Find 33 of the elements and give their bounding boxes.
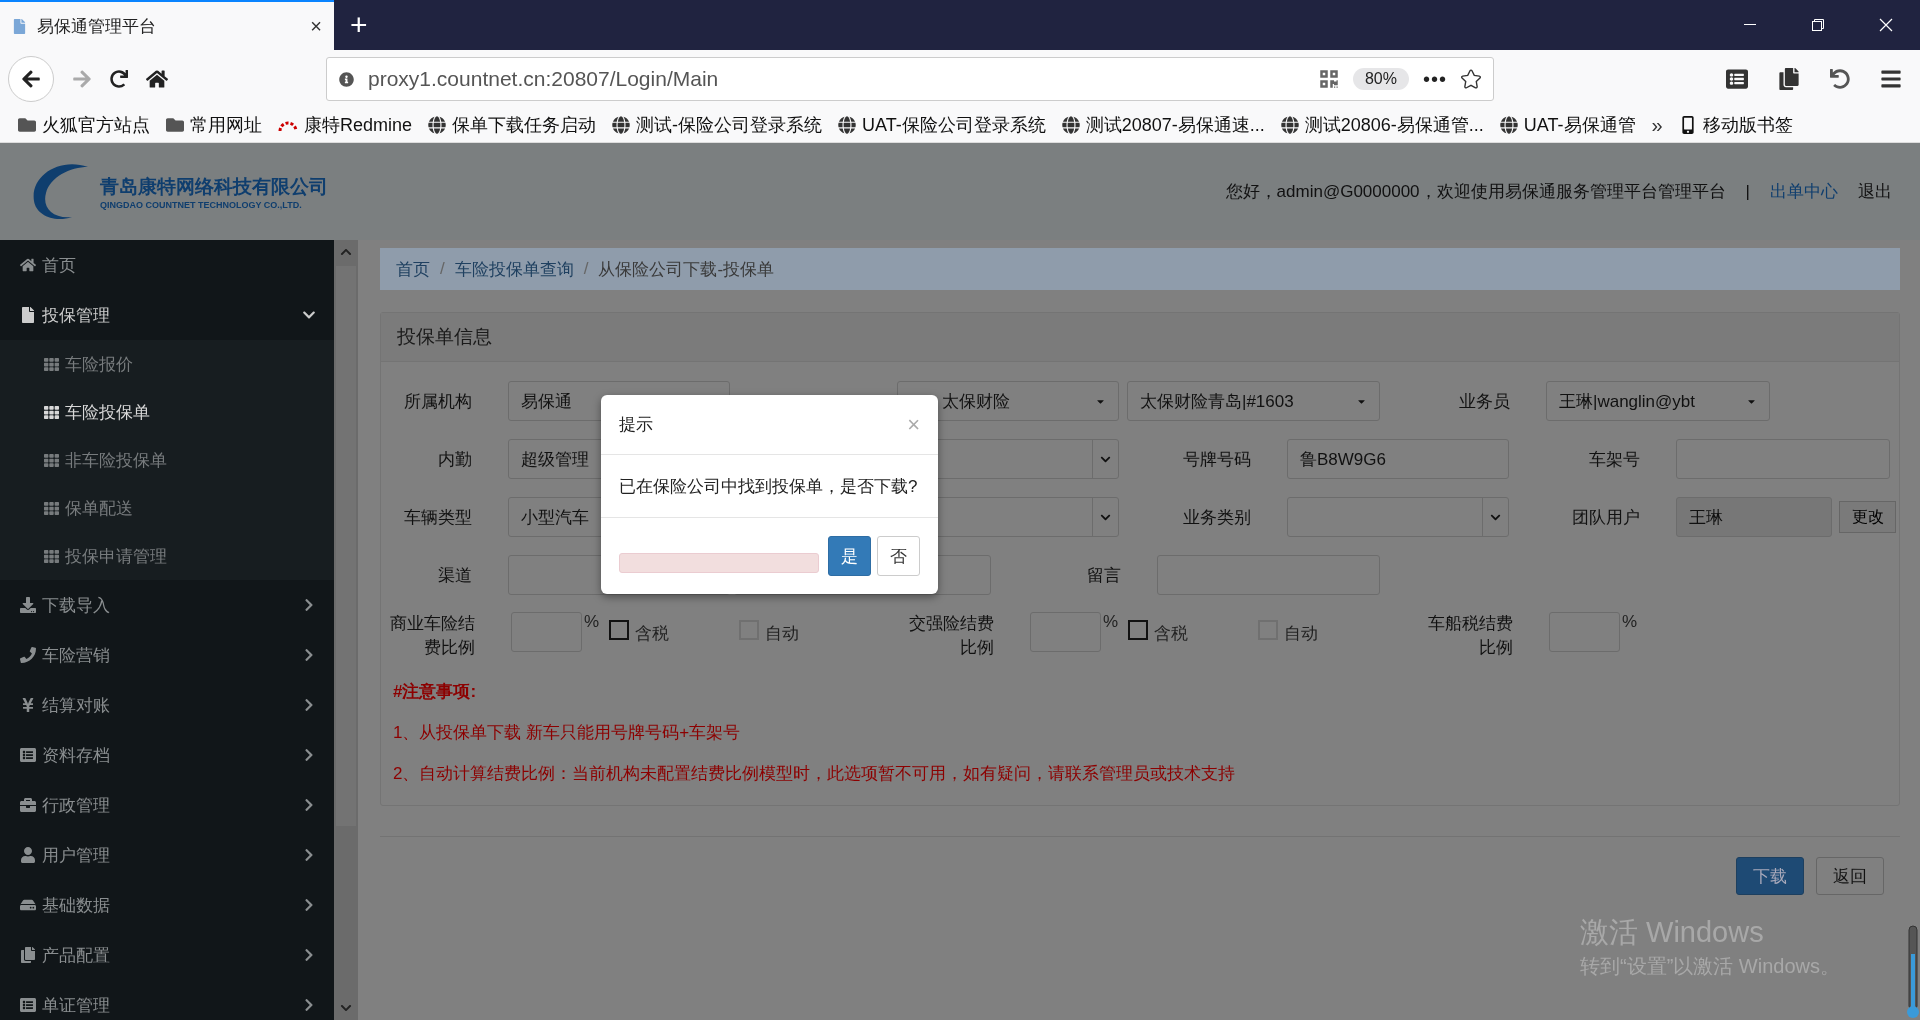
note-text: 1、从投保单下载 新车只能用号牌号码+车架号: [393, 722, 742, 744]
field-label: 渠道: [437, 564, 473, 587]
breadcrumb-separator: /: [440, 259, 445, 279]
field-label: 车辆类型: [403, 506, 473, 529]
checkbox-label: 含税: [635, 623, 670, 645]
field-label: 商业车险结费比例: [389, 613, 475, 659]
field-label: 内勤: [437, 448, 473, 471]
separator: |: [1745, 181, 1750, 202]
percent-unit: %: [584, 612, 600, 632]
field-label: 交强险结费比例: [908, 613, 994, 659]
field-label: 车架号: [1588, 448, 1641, 471]
field-label: 车船税结费比例: [1427, 613, 1513, 659]
field-label: 留言: [1086, 564, 1122, 587]
dialog-message: 已在保险公司中找到投保单，是否下载?: [619, 475, 918, 498]
notes-title: #注意事项:: [393, 681, 478, 703]
panel-title: 投保单信息: [381, 313, 1899, 362]
field-label: 团队用户: [1571, 506, 1641, 529]
field-label: 号牌号码: [1182, 448, 1252, 471]
percent-unit: %: [1622, 612, 1638, 632]
checkbox-label: 自动: [765, 623, 800, 645]
checkbox-label: 自动: [1284, 623, 1319, 645]
company-name: 青岛康特网络科技有限公司: [100, 174, 328, 199]
breadcrumb-current: 从保险公司下载-投保单: [598, 258, 775, 281]
percent-unit: %: [1103, 612, 1119, 632]
breadcrumb-separator: /: [583, 259, 589, 279]
field-label: 业务类别: [1182, 506, 1252, 529]
checkbox-label: 含税: [1154, 623, 1189, 645]
company-english-name: QINGDAO COUNTNET TECHNOLOGY CO.,LTD.: [100, 199, 303, 210]
field-label: 业务员: [1458, 390, 1511, 413]
field-label: 所属机构: [403, 390, 473, 413]
greeting-text: 您好，admin@G0000000，欢迎使用易保通服务管理平台管理平台: [1225, 181, 1726, 203]
note-text: 2、自动计算结费比例：当前机构未配置结费比例模型时，此选项暂不可用，如有疑问，请联系管理员或技术支持: [393, 763, 1237, 785]
dialog-title: 提示: [619, 414, 654, 436]
